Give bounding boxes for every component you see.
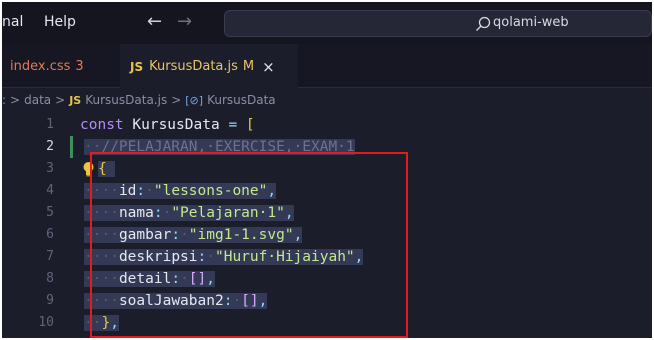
line-number: 3 bbox=[46, 161, 54, 176]
line-number: 7 bbox=[46, 249, 54, 264]
problem-count-badge: 3 bbox=[75, 58, 84, 74]
line-number: 8 bbox=[46, 271, 54, 286]
menu-terminal[interactable]: nal bbox=[2, 14, 23, 30]
line-number: 5 bbox=[46, 205, 54, 220]
workspace-name: qolami-web bbox=[493, 15, 569, 30]
identifier: KursusData bbox=[132, 117, 220, 133]
line-number: 9 bbox=[46, 293, 54, 308]
variable-symbol-icon: [⊘] bbox=[185, 93, 204, 107]
keyword: const bbox=[80, 117, 124, 133]
menu-help[interactable]: Help bbox=[44, 14, 76, 30]
line-number: 2 bbox=[46, 139, 54, 154]
line-number: 6 bbox=[46, 227, 54, 242]
command-center-search[interactable]: qolami-web bbox=[224, 10, 652, 37]
breadcrumb-lead: : bbox=[2, 93, 7, 107]
search-icon bbox=[476, 16, 491, 31]
tab-label: KursusData.js bbox=[149, 59, 238, 74]
breadcrumb-file[interactable]: KursusData.js bbox=[85, 93, 167, 107]
tab-index-css[interactable]: index.css 3 bbox=[2, 44, 110, 88]
modified-badge: M bbox=[242, 59, 255, 74]
close-icon[interactable]: × bbox=[262, 58, 275, 76]
breadcrumb: : > data > JS KursusData.js > [⊘] Kursus… bbox=[2, 88, 652, 112]
code-line: 1 const KursusData = [ bbox=[2, 114, 652, 136]
code-text[interactable]: const KursusData = [ bbox=[80, 114, 255, 136]
line-number: 10 bbox=[38, 315, 54, 330]
breadcrumb-separator: > bbox=[171, 93, 182, 107]
bracket: [ bbox=[245, 117, 255, 133]
line-number: 1 bbox=[46, 117, 54, 132]
breadcrumb-separator: > bbox=[55, 93, 66, 107]
breadcrumb-separator: > bbox=[10, 93, 21, 107]
line-number: 4 bbox=[46, 183, 54, 198]
tab-kursusdata-js[interactable]: JS KursusData.js M × bbox=[120, 44, 298, 88]
operator: = bbox=[228, 117, 238, 133]
back-arrow-icon[interactable]: ← bbox=[147, 11, 162, 32]
js-file-icon: JS bbox=[69, 93, 82, 107]
forward-arrow-icon[interactable]: → bbox=[177, 11, 192, 32]
breadcrumb-symbol[interactable]: KursusData bbox=[207, 93, 276, 107]
tab-bar: index.css 3 JS KursusData.js M × bbox=[2, 44, 652, 88]
git-modified-indicator bbox=[70, 136, 73, 158]
red-highlight-box bbox=[90, 152, 408, 338]
tab-label: index.css bbox=[10, 58, 71, 74]
js-file-icon: JS bbox=[130, 59, 144, 74]
breadcrumb-folder-data[interactable]: data bbox=[24, 93, 51, 107]
title-bar: nal Help ← → qolami-web bbox=[2, 2, 652, 44]
